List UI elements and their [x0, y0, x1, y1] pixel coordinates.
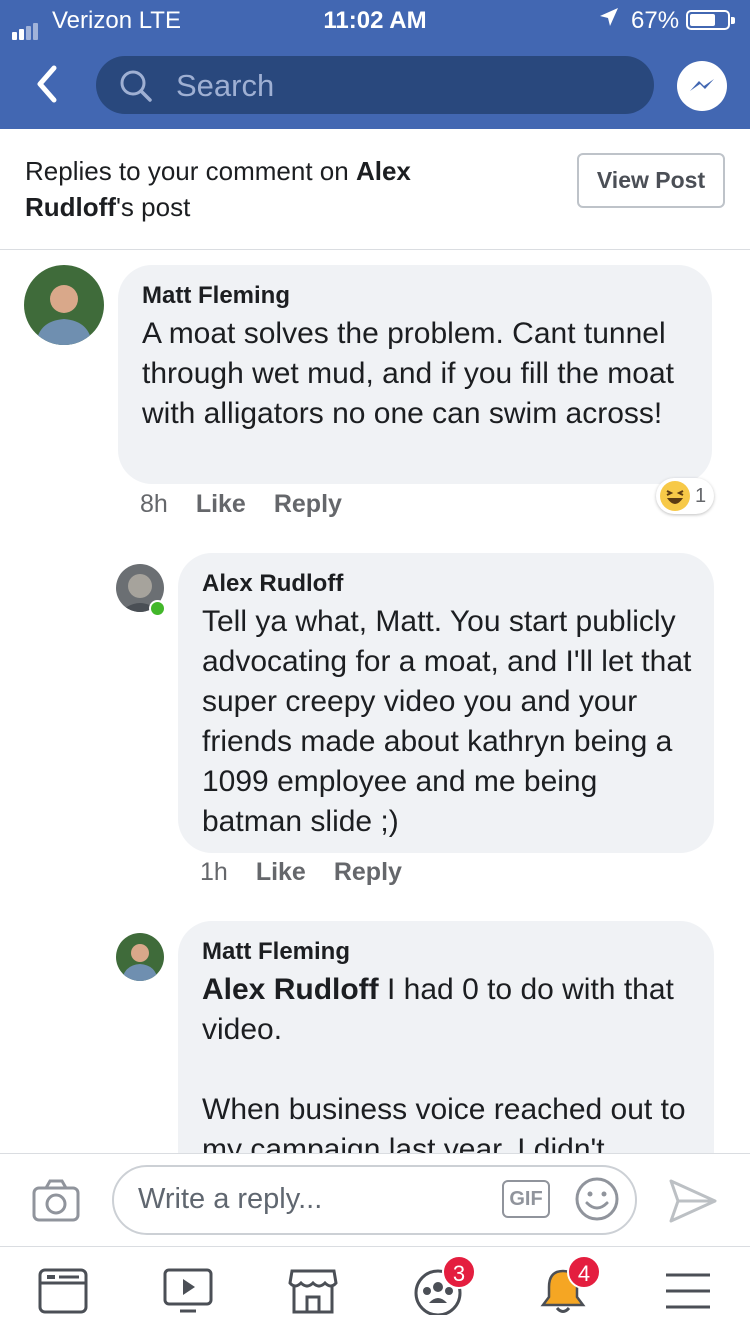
smiley-icon	[575, 1177, 619, 1221]
camera-icon	[32, 1179, 80, 1222]
search-bar[interactable]: Search	[96, 56, 654, 114]
reaction-badge[interactable]: 1	[656, 478, 715, 514]
online-status-dot	[149, 600, 166, 617]
chevron-left-icon	[37, 65, 57, 103]
emoji-button[interactable]	[574, 1176, 620, 1227]
like-button[interactable]: Like	[196, 490, 246, 518]
gif-button[interactable]: GIF	[502, 1180, 550, 1218]
haha-emoji-icon	[660, 481, 690, 511]
tab-groups[interactable]: 3	[388, 1247, 488, 1335]
reply-composer: Write a reply... GIF	[0, 1153, 750, 1247]
tab-menu[interactable]	[638, 1247, 738, 1335]
header-suffix: 's post	[115, 192, 191, 222]
avatar[interactable]	[24, 265, 104, 345]
search-icon	[118, 68, 154, 109]
marketplace-icon	[288, 1269, 338, 1314]
comment-time: 1h	[200, 858, 228, 886]
messenger-button[interactable]	[677, 61, 727, 111]
battery-percent: 67%	[631, 7, 680, 34]
camera-button[interactable]	[32, 1178, 80, 1227]
send-icon	[669, 1179, 717, 1223]
back-button[interactable]	[30, 62, 66, 106]
reply-placeholder: Write a reply...	[138, 1183, 323, 1215]
comment-text: Alex Rudloff I had 0 to do with that vid…	[202, 970, 704, 1050]
search-placeholder: Search	[176, 68, 275, 103]
comment-text: Tell ya what, Matt. You start publicly a…	[202, 605, 692, 838]
comment-text: A moat solves the problem. Cant tunnel t…	[142, 317, 674, 430]
view-post-button[interactable]: View Post	[577, 153, 725, 208]
comment-author[interactable]: Matt Fleming	[142, 282, 290, 310]
news-feed-icon	[38, 1268, 88, 1314]
reply-button[interactable]: Reply	[334, 858, 402, 886]
tab-watch[interactable]	[138, 1247, 238, 1335]
comment-author[interactable]: Alex Rudloff	[202, 570, 343, 598]
reply-input[interactable]: Write a reply... GIF	[112, 1165, 637, 1235]
mention-link[interactable]: Alex Rudloff	[202, 973, 379, 1006]
notifications-badge: 4	[567, 1255, 601, 1289]
location-arrow-icon	[598, 6, 620, 35]
header-prefix: Replies to your comment on	[25, 156, 356, 186]
comment-author[interactable]: Matt Fleming	[202, 938, 350, 966]
avatar[interactable]	[116, 933, 164, 981]
battery-icon	[686, 10, 735, 30]
like-button[interactable]: Like	[256, 858, 306, 886]
bottom-tab-bar: 3 4	[0, 1246, 750, 1335]
comment-bubble: Alex Rudloff Tell ya what, Matt. You sta…	[178, 553, 714, 853]
comment-meta: 1h Like Reply	[200, 858, 430, 887]
top-navbar: Verizon LTE 11:02 AM 67% Search	[0, 0, 750, 129]
comment-bubble: Matt Fleming A moat solves the problem. …	[118, 265, 712, 484]
watch-icon	[163, 1268, 213, 1313]
tab-notifications[interactable]: 4	[513, 1247, 613, 1335]
tab-news-feed[interactable]	[13, 1247, 113, 1335]
menu-icon	[666, 1273, 710, 1309]
replies-header: Replies to your comment on Alex Rudloff'…	[0, 129, 750, 250]
reaction-count: 1	[695, 484, 707, 507]
reply-button[interactable]: Reply	[274, 490, 342, 518]
send-button[interactable]	[668, 1178, 718, 1229]
comment-time: 8h	[140, 490, 168, 518]
comment-meta: 8h Like Reply	[140, 490, 370, 519]
tab-marketplace[interactable]	[263, 1247, 363, 1335]
status-bar: Verizon LTE 11:02 AM 67%	[0, 0, 750, 40]
groups-badge: 3	[442, 1255, 476, 1289]
header-title: Replies to your comment on Alex Rudloff'…	[25, 153, 485, 225]
messenger-icon	[690, 79, 714, 91]
